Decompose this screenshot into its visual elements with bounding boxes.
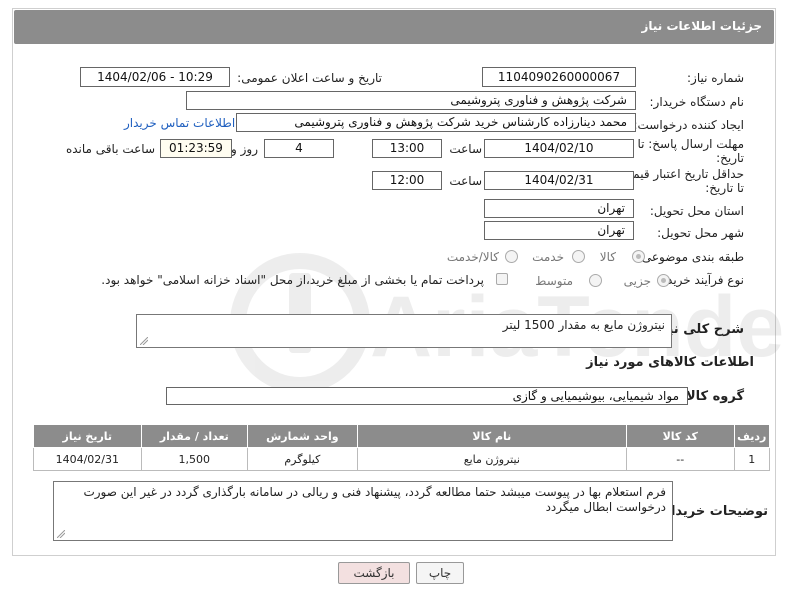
announce-datetime-label: تاریخ و ساعت اعلان عمومی: <box>237 71 382 85</box>
buyer-org-label: نام دستگاه خریدار: <box>649 95 745 109</box>
need-number-field: 1104090260000067 <box>482 67 636 87</box>
col-row: ردیف <box>733 424 771 448</box>
category-goods-label: کالا <box>599 250 616 264</box>
buyer-org-field: شرکت پژوهش و فناوری پتروشیمی <box>186 91 636 110</box>
col-name: نام کالا <box>356 424 628 448</box>
days-label: روز و <box>231 142 258 156</box>
price-validity-label-2: تا تاریخ: <box>705 181 744 195</box>
reply-time-field: 13:00 <box>372 139 442 158</box>
treasury-note: پرداخت تمام یا بخشی از مبلغ خرید،از محل … <box>101 273 484 287</box>
goods-group-label: گروه کالا: <box>680 389 744 404</box>
goods-table-header: ردیف کد کالا نام کالا واحد شمارش تعداد /… <box>33 424 771 448</box>
delivery-province-label: استان محل تحویل: <box>649 204 744 218</box>
cell-row: 1 <box>733 447 771 471</box>
col-unit: واحد شمارش <box>247 424 358 448</box>
requester-label: ایجاد کننده درخواست: <box>633 118 744 132</box>
category-radio-goods-service[interactable] <box>505 250 518 263</box>
price-validity-time-label: ساعت <box>449 174 482 188</box>
table-row: 1 -- نیتروژن مایع کیلوگرم 1,500 1404/02/… <box>33 447 771 471</box>
process-minor-label: جزیی <box>623 274 651 288</box>
print-button[interactable]: چاپ <box>416 562 464 584</box>
reply-days-field: 4 <box>264 139 334 158</box>
cell-code: -- <box>626 447 735 471</box>
category-radio-goods[interactable] <box>632 250 645 263</box>
page-title: جزئیات اطلاعات نیاز <box>641 19 762 33</box>
process-radio-minor[interactable] <box>657 274 670 287</box>
process-radio-medium[interactable] <box>589 274 602 287</box>
delivery-city-label: شهر محل تحویل: <box>657 226 744 240</box>
description-text: نیتروژن مایع به مقدار 1500 لیتر <box>502 318 665 332</box>
process-medium-label: متوسط <box>535 274 573 288</box>
reply-time-label: ساعت <box>449 142 482 156</box>
category-label: طبقه بندی موضوعی: <box>637 250 744 264</box>
buyer-notes-textarea[interactable]: فرم استعلام بها در پیوست میبشد حتما مطال… <box>53 481 673 541</box>
remaining-time-field: 01:23:59 <box>160 139 232 158</box>
treasury-checkbox[interactable] <box>496 273 508 285</box>
category-service-label: خدمت <box>532 250 564 264</box>
remaining-time-label: ساعت باقی مانده <box>65 142 155 156</box>
description-textarea[interactable]: نیتروژن مایع به مقدار 1500 لیتر <box>136 314 672 348</box>
cell-name: نیتروژن مایع <box>356 447 628 471</box>
buyer-contact-link[interactable]: اطلاعات تماس خریدار <box>124 116 235 130</box>
requester-field: محمد دینارزاده کارشناس خرید شرکت پژوهش و… <box>236 113 636 132</box>
col-qty: تعداد / مقدار <box>140 424 249 448</box>
resize-grip-icon[interactable] <box>140 337 148 345</box>
price-validity-label: حداقل تاریخ اعتبار قیمت: <box>617 167 744 181</box>
buyer-notes-text: فرم استعلام بها در پیوست میبشد حتما مطال… <box>83 485 666 514</box>
price-validity-date-field: 1404/02/31 <box>484 171 634 190</box>
col-date: تاریخ نیاز <box>33 424 142 448</box>
announce-datetime-field: 1404/02/06 - 10:29 <box>80 67 230 87</box>
back-button[interactable]: بازگشت <box>338 562 410 584</box>
reply-deadline-label: مهلت ارسال پاسخ: تا <box>637 137 744 151</box>
delivery-city-field: تهران <box>484 221 634 240</box>
reply-date-field: 1404/02/10 <box>484 139 634 158</box>
goods-table: ردیف کد کالا نام کالا واحد شمارش تعداد /… <box>33 424 771 471</box>
resize-grip-icon[interactable] <box>57 530 65 538</box>
goods-group-field: مواد شیمیایی، بیوشیمیایی و گازی <box>166 387 688 405</box>
price-validity-time-field: 12:00 <box>372 171 442 190</box>
delivery-province-field: تهران <box>484 199 634 218</box>
category-radio-service[interactable] <box>572 250 585 263</box>
panel-header: جزئیات اطلاعات نیاز <box>14 10 774 44</box>
cell-qty: 1,500 <box>140 447 249 471</box>
category-goods-service-label: کالا/خدمت <box>446 250 499 264</box>
need-number-label: شماره نیاز: <box>687 71 744 85</box>
cell-date: 1404/02/31 <box>33 447 142 471</box>
col-code: کد کالا <box>626 424 735 448</box>
cell-unit: کیلوگرم <box>247 447 358 471</box>
goods-section-title: اطلاعات کالاهای مورد نیاز <box>586 355 754 370</box>
reply-deadline-label-2: تاریخ: <box>716 151 744 165</box>
process-type-label: نوع فرآیند خرید : <box>659 273 744 287</box>
buyer-notes-label: توضیحات خریدار: <box>658 504 768 519</box>
